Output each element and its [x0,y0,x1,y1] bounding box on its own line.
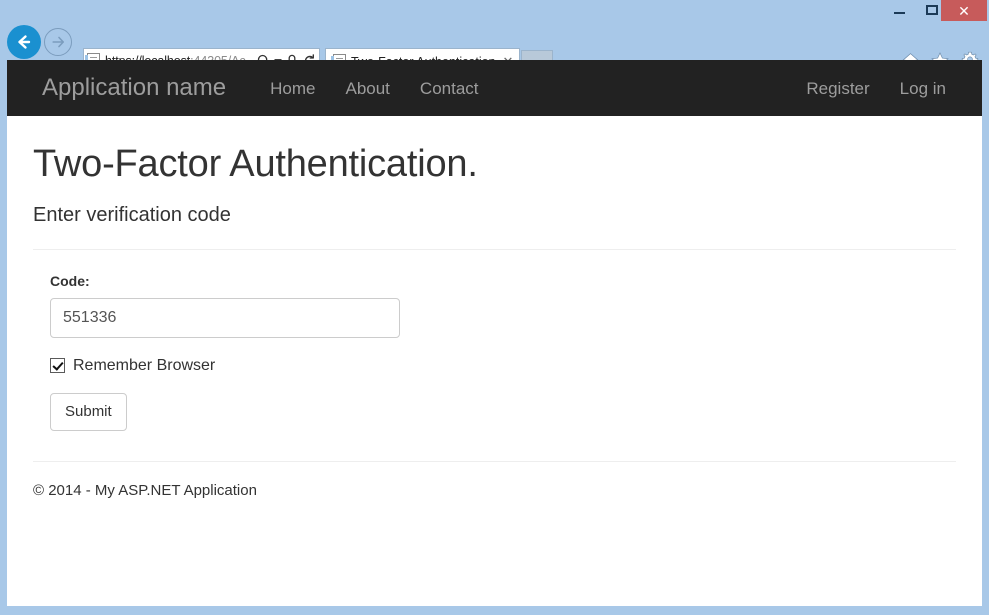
page-viewport: Application name Home About Contact Regi… [7,60,982,606]
page-title: Two-Factor Authentication. [33,144,956,186]
nav-item-login[interactable]: Log in [885,80,961,97]
browser-toolbar: https://localhost:44305/Ac [0,22,989,60]
close-window-button[interactable]: ✕ [941,0,987,21]
page-footer: © 2014 - My ASP.NET Application [7,461,982,499]
primary-nav: Home About Contact [255,80,493,97]
site-navbar: Application name Home About Contact Regi… [7,60,982,116]
nav-item-home[interactable]: Home [255,80,330,97]
minimize-button[interactable] [884,0,914,20]
code-input[interactable] [50,298,400,338]
account-nav: Register Log in [791,80,961,97]
page-subtitle: Enter verification code [33,204,956,226]
nav-item-contact[interactable]: Contact [405,80,494,97]
page-content: Two-Factor Authentication. Enter verific… [7,144,982,431]
code-label: Code: [50,273,956,289]
maximize-icon [926,5,938,15]
nav-item-about[interactable]: About [330,80,404,97]
close-icon: ✕ [958,4,970,18]
submit-button[interactable]: Submit [50,393,127,431]
brand-link[interactable]: Application name [42,76,226,100]
nav-item-register[interactable]: Register [791,80,884,97]
back-arrow-icon [14,32,34,52]
forward-button[interactable] [44,28,72,56]
two-factor-form: Code: Remember Browser Submit [50,250,956,431]
remember-browser-checkbox[interactable] [50,358,65,373]
back-button[interactable] [7,25,41,59]
minimize-icon [894,12,905,14]
copyright-text: © 2014 - My ASP.NET Application [33,482,956,499]
footer-divider [33,461,956,462]
remember-browser-label[interactable]: Remember Browser [73,357,215,375]
browser-window: ✕ https://localhost:44305/Ac [0,0,989,615]
forward-arrow-icon [50,34,66,50]
title-bar: ✕ [0,0,989,22]
remember-browser-row: Remember Browser [50,357,956,375]
